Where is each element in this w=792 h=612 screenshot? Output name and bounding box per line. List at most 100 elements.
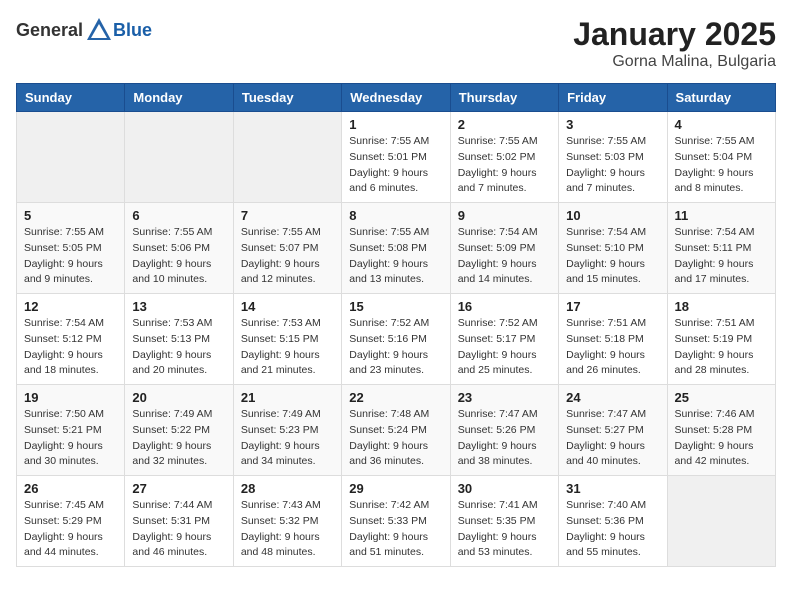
day-cell bbox=[667, 476, 775, 567]
day-cell: 2 Sunrise: 7:55 AMSunset: 5:02 PMDaylight… bbox=[450, 112, 558, 203]
logo-blue: Blue bbox=[113, 20, 152, 41]
day-info: Sunrise: 7:55 AMSunset: 5:03 PMDaylight:… bbox=[566, 134, 659, 197]
day-info: Sunrise: 7:49 AMSunset: 5:22 PMDaylight:… bbox=[132, 407, 225, 470]
day-info: Sunrise: 7:50 AMSunset: 5:21 PMDaylight:… bbox=[24, 407, 117, 470]
week-row-3: 12 Sunrise: 7:54 AMSunset: 5:12 PMDayligh… bbox=[17, 294, 776, 385]
day-info: Sunrise: 7:55 AMSunset: 5:04 PMDaylight:… bbox=[675, 134, 768, 197]
day-info: Sunrise: 7:55 AMSunset: 5:07 PMDaylight:… bbox=[241, 225, 334, 288]
day-info: Sunrise: 7:40 AMSunset: 5:36 PMDaylight:… bbox=[566, 498, 659, 561]
day-cell: 23 Sunrise: 7:47 AMSunset: 5:26 PMDayligh… bbox=[450, 385, 558, 476]
day-info: Sunrise: 7:55 AMSunset: 5:06 PMDaylight:… bbox=[132, 225, 225, 288]
day-number: 26 bbox=[24, 481, 117, 496]
day-number: 4 bbox=[675, 117, 768, 132]
day-number: 31 bbox=[566, 481, 659, 496]
day-cell: 14 Sunrise: 7:53 AMSunset: 5:15 PMDayligh… bbox=[233, 294, 341, 385]
day-cell bbox=[233, 112, 341, 203]
weekday-header-row: SundayMondayTuesdayWednesdayThursdayFrid… bbox=[17, 84, 776, 112]
day-number: 22 bbox=[349, 390, 442, 405]
day-info: Sunrise: 7:52 AMSunset: 5:16 PMDaylight:… bbox=[349, 316, 442, 379]
day-cell: 3Sunrise: 7:55 AMSunset: 5:03 PMDaylight… bbox=[559, 112, 667, 203]
title-block: January 2025 Gorna Malina, Bulgaria bbox=[573, 16, 776, 71]
day-number: 17 bbox=[566, 299, 659, 314]
day-info: Sunrise: 7:54 AMSunset: 5:09 PMDaylight:… bbox=[458, 225, 551, 288]
day-cell: 1 Sunrise: 7:55 AMSunset: 5:01 PMDaylight… bbox=[342, 112, 450, 203]
day-cell: 4 Sunrise: 7:55 AMSunset: 5:04 PMDaylight… bbox=[667, 112, 775, 203]
day-info: Sunrise: 7:53 AMSunset: 5:13 PMDaylight:… bbox=[132, 316, 225, 379]
day-cell: 9Sunrise: 7:54 AMSunset: 5:09 PMDaylight… bbox=[450, 203, 558, 294]
day-info: Sunrise: 7:49 AMSunset: 5:23 PMDaylight:… bbox=[241, 407, 334, 470]
day-info: Sunrise: 7:47 AMSunset: 5:26 PMDaylight:… bbox=[458, 407, 551, 470]
day-number: 2 bbox=[458, 117, 551, 132]
day-number: 5 bbox=[24, 208, 117, 223]
day-number: 7 bbox=[241, 208, 334, 223]
day-info: Sunrise: 7:54 AMSunset: 5:11 PMDaylight:… bbox=[675, 225, 768, 288]
week-row-4: 19 Sunrise: 7:50 AMSunset: 5:21 PMDayligh… bbox=[17, 385, 776, 476]
weekday-header-sunday: Sunday bbox=[17, 84, 125, 112]
day-number: 21 bbox=[241, 390, 334, 405]
logo-icon bbox=[85, 16, 113, 44]
day-cell: 7 Sunrise: 7:55 AMSunset: 5:07 PMDaylight… bbox=[233, 203, 341, 294]
day-cell: 24 Sunrise: 7:47 AMSunset: 5:27 PMDayligh… bbox=[559, 385, 667, 476]
day-info: Sunrise: 7:55 AMSunset: 5:05 PMDaylight:… bbox=[24, 225, 117, 288]
day-cell: 6 Sunrise: 7:55 AMSunset: 5:06 PMDaylight… bbox=[125, 203, 233, 294]
day-info: Sunrise: 7:45 AMSunset: 5:29 PMDaylight:… bbox=[24, 498, 117, 561]
day-cell: 20 Sunrise: 7:49 AMSunset: 5:22 PMDayligh… bbox=[125, 385, 233, 476]
day-number: 20 bbox=[132, 390, 225, 405]
day-number: 23 bbox=[458, 390, 551, 405]
weekday-header-thursday: Thursday bbox=[450, 84, 558, 112]
day-cell: 28Sunrise: 7:43 AMSunset: 5:32 PMDayligh… bbox=[233, 476, 341, 567]
logo-general: General bbox=[16, 20, 83, 41]
day-number: 8 bbox=[349, 208, 442, 223]
day-cell: 19 Sunrise: 7:50 AMSunset: 5:21 PMDayligh… bbox=[17, 385, 125, 476]
day-info: Sunrise: 7:54 AMSunset: 5:12 PMDaylight:… bbox=[24, 316, 117, 379]
day-number: 10 bbox=[566, 208, 659, 223]
day-number: 12 bbox=[24, 299, 117, 314]
day-number: 11 bbox=[675, 208, 768, 223]
day-number: 25 bbox=[675, 390, 768, 405]
day-info: Sunrise: 7:52 AMSunset: 5:17 PMDaylight:… bbox=[458, 316, 551, 379]
day-cell: 31 Sunrise: 7:40 AMSunset: 5:36 PMDayligh… bbox=[559, 476, 667, 567]
day-cell: 26 Sunrise: 7:45 AMSunset: 5:29 PMDayligh… bbox=[17, 476, 125, 567]
day-number: 30 bbox=[458, 481, 551, 496]
day-info: Sunrise: 7:46 AMSunset: 5:28 PMDaylight:… bbox=[675, 407, 768, 470]
day-cell: 27Sunrise: 7:44 AMSunset: 5:31 PMDayligh… bbox=[125, 476, 233, 567]
day-info: Sunrise: 7:55 AMSunset: 5:01 PMDaylight:… bbox=[349, 134, 442, 197]
day-number: 18 bbox=[675, 299, 768, 314]
weekday-header-wednesday: Wednesday bbox=[342, 84, 450, 112]
day-number: 15 bbox=[349, 299, 442, 314]
day-info: Sunrise: 7:53 AMSunset: 5:15 PMDaylight:… bbox=[241, 316, 334, 379]
day-info: Sunrise: 7:42 AMSunset: 5:33 PMDaylight:… bbox=[349, 498, 442, 561]
day-cell bbox=[17, 112, 125, 203]
weekday-header-monday: Monday bbox=[125, 84, 233, 112]
day-cell: 18Sunrise: 7:51 AMSunset: 5:19 PMDayligh… bbox=[667, 294, 775, 385]
day-number: 19 bbox=[24, 390, 117, 405]
day-cell: 10 Sunrise: 7:54 AMSunset: 5:10 PMDayligh… bbox=[559, 203, 667, 294]
week-row-2: 5 Sunrise: 7:55 AMSunset: 5:05 PMDaylight… bbox=[17, 203, 776, 294]
day-info: Sunrise: 7:44 AMSunset: 5:31 PMDaylight:… bbox=[132, 498, 225, 561]
day-info: Sunrise: 7:54 AMSunset: 5:10 PMDaylight:… bbox=[566, 225, 659, 288]
day-cell: 11 Sunrise: 7:54 AMSunset: 5:11 PMDayligh… bbox=[667, 203, 775, 294]
day-number: 16 bbox=[458, 299, 551, 314]
weekday-header-friday: Friday bbox=[559, 84, 667, 112]
day-info: Sunrise: 7:55 AMSunset: 5:02 PMDaylight:… bbox=[458, 134, 551, 197]
week-row-5: 26 Sunrise: 7:45 AMSunset: 5:29 PMDayligh… bbox=[17, 476, 776, 567]
day-info: Sunrise: 7:43 AMSunset: 5:32 PMDaylight:… bbox=[241, 498, 334, 561]
day-number: 6 bbox=[132, 208, 225, 223]
day-number: 1 bbox=[349, 117, 442, 132]
day-number: 14 bbox=[241, 299, 334, 314]
day-cell: 15 Sunrise: 7:52 AMSunset: 5:16 PMDayligh… bbox=[342, 294, 450, 385]
day-cell: 5 Sunrise: 7:55 AMSunset: 5:05 PMDaylight… bbox=[17, 203, 125, 294]
day-cell bbox=[125, 112, 233, 203]
month-title: January 2025 bbox=[573, 16, 776, 53]
day-number: 13 bbox=[132, 299, 225, 314]
page-header: General Blue January 2025 Gorna Malina, … bbox=[16, 16, 776, 71]
day-cell: 16 Sunrise: 7:52 AMSunset: 5:17 PMDayligh… bbox=[450, 294, 558, 385]
logo: General Blue bbox=[16, 16, 152, 44]
location-title: Gorna Malina, Bulgaria bbox=[573, 53, 776, 71]
day-info: Sunrise: 7:47 AMSunset: 5:27 PMDaylight:… bbox=[566, 407, 659, 470]
day-cell: 29Sunrise: 7:42 AMSunset: 5:33 PMDayligh… bbox=[342, 476, 450, 567]
weekday-header-tuesday: Tuesday bbox=[233, 84, 341, 112]
day-cell: 13 Sunrise: 7:53 AMSunset: 5:13 PMDayligh… bbox=[125, 294, 233, 385]
day-cell: 8Sunrise: 7:55 AMSunset: 5:08 PMDaylight… bbox=[342, 203, 450, 294]
day-number: 24 bbox=[566, 390, 659, 405]
